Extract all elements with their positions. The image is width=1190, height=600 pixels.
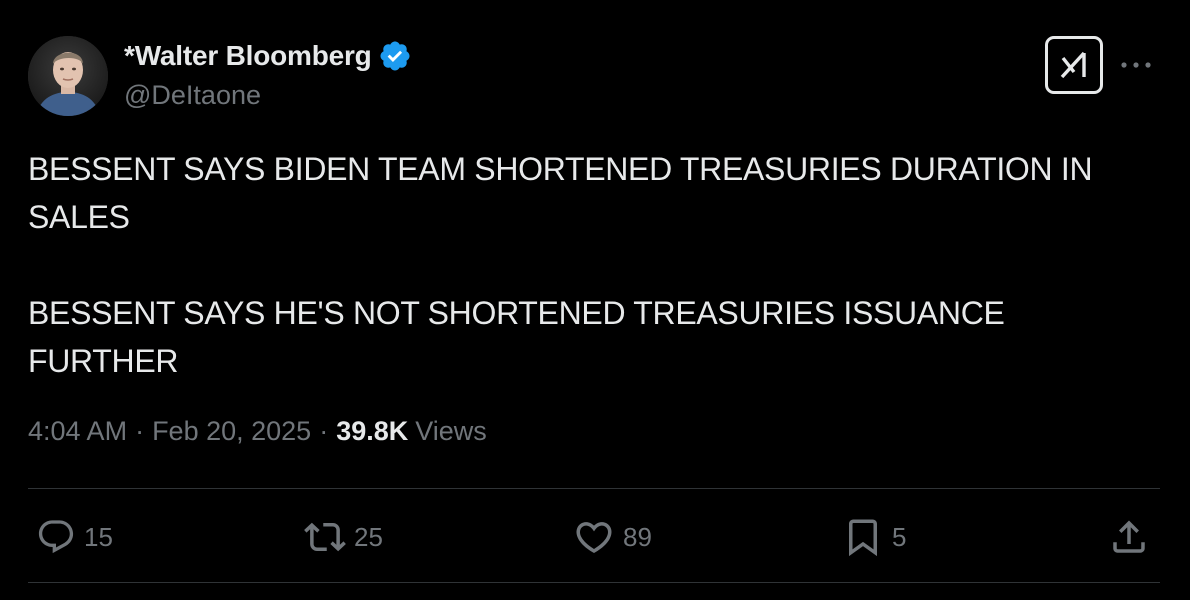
divider	[28, 488, 1160, 489]
tweet-date: Feb 20, 2025	[152, 416, 312, 446]
grok-button[interactable]	[1045, 36, 1103, 94]
views-link[interactable]: 39.8K Views	[336, 416, 487, 447]
reply-button[interactable]: 15	[36, 505, 113, 569]
action-bar: 15 25 89 5	[28, 505, 1160, 569]
tweet-paragraph: BESSENT SAYS BIDEN TEAM SHORTENED TREASU…	[28, 151, 1093, 235]
meta-separator: ·	[135, 416, 145, 446]
repost-icon	[304, 522, 346, 552]
avatar-image	[28, 36, 108, 116]
repost-count: 25	[354, 521, 383, 552]
verified-badge-icon[interactable]	[378, 39, 412, 73]
tweet-time: 4:04 AM	[28, 416, 128, 446]
bookmark-count: 5	[892, 521, 907, 552]
divider	[28, 582, 1160, 583]
reply-count: 15	[84, 521, 113, 552]
views-count: 39.8K	[336, 416, 409, 446]
bookmark-button[interactable]: 5	[842, 505, 906, 569]
tweet-paragraph: BESSENT SAYS HE'S NOT SHORTENED TREASURI…	[28, 295, 1005, 379]
bookmark-icon	[849, 519, 877, 557]
views-label: Views	[415, 416, 487, 446]
share-button[interactable]	[1108, 505, 1150, 569]
tweet: *Walter Bloomberg @DeItaone BESSENT SAYS	[0, 0, 1190, 600]
like-count: 89	[623, 521, 652, 552]
more-icon	[1121, 62, 1151, 68]
repost-button[interactable]: 25	[304, 505, 383, 569]
handle[interactable]: @DeItaone	[124, 80, 412, 111]
like-icon	[576, 522, 612, 554]
tweet-meta: 4:04 AM · Feb 20, 2025 · 39.8K Views	[28, 416, 487, 447]
share-icon	[1113, 520, 1145, 553]
name-row: *Walter Bloomberg	[124, 38, 412, 74]
display-name[interactable]: *Walter Bloomberg	[124, 40, 372, 72]
avatar[interactable]	[28, 36, 108, 116]
author-block: *Walter Bloomberg @DeItaone	[124, 38, 412, 111]
grok-icon	[1060, 51, 1086, 79]
more-button[interactable]	[1118, 50, 1154, 80]
like-button[interactable]: 89	[573, 505, 652, 569]
reply-icon	[38, 520, 74, 554]
tweet-timestamp-link[interactable]: 4:04 AM · Feb 20, 2025	[28, 416, 311, 447]
meta-separator: ·	[319, 416, 329, 446]
tweet-text: BESSENT SAYS BIDEN TEAM SHORTENED TREASU…	[28, 145, 1158, 385]
